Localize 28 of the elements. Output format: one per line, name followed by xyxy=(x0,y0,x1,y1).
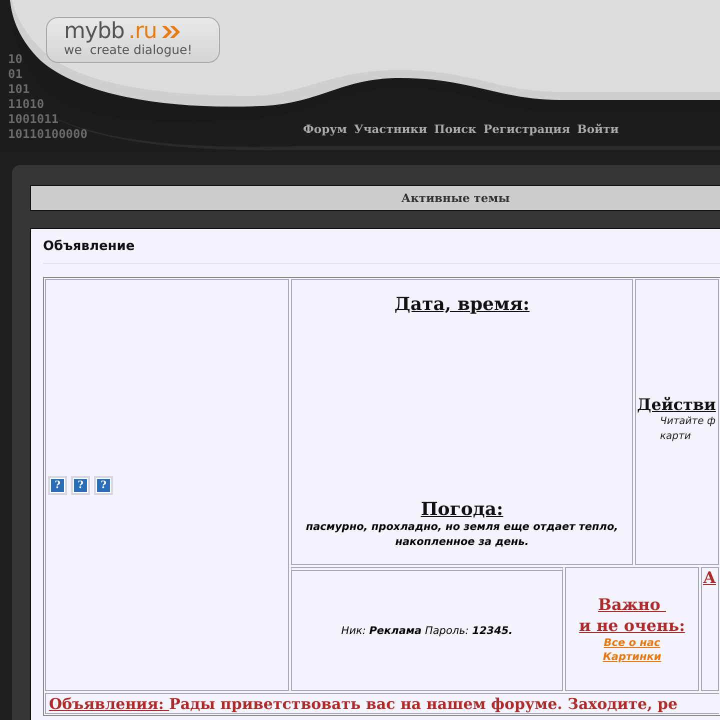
important-heading: Важно xyxy=(598,594,662,616)
actions-heading: Действи xyxy=(637,395,716,414)
binary-text: 10 xyxy=(8,52,24,67)
nav-link[interactable]: Поиск xyxy=(434,122,476,136)
binary-text: 11010 xyxy=(8,97,46,112)
cut-heading: А xyxy=(703,568,716,588)
actions-text: карти xyxy=(660,430,691,444)
nav-link[interactable]: Войти xyxy=(577,122,619,136)
binary-text: 10110100000 xyxy=(8,127,88,142)
nav-link[interactable]: Форум xyxy=(303,122,347,136)
binary-text: 1001011 xyxy=(8,112,60,127)
help-button[interactable]: ? xyxy=(71,476,90,494)
weather-text: пасмурно, прохладно, но земля еще отдает тепло, накопленное за день. xyxy=(304,520,620,550)
nav-link[interactable]: Участники xyxy=(354,122,428,136)
binary-text: 01 xyxy=(8,67,24,82)
actions-text: Читайте ф xyxy=(660,415,716,429)
binary-text: 101 xyxy=(8,82,31,97)
weather-heading: Погода: xyxy=(420,499,504,520)
datetime-heading: Дата, время: xyxy=(394,294,530,315)
nav-link[interactable]: Регистрация xyxy=(483,122,570,136)
help-button[interactable]: ? xyxy=(94,476,113,494)
notice-text: Объявления: Рады приветствовать вас на нашем форуме. Заходите, ре xyxy=(45,693,719,714)
section-header-bar: Активные темы xyxy=(30,185,720,211)
block-title: Объявление xyxy=(43,229,135,264)
login-info-text: Ник: Реклама Пароль: 12345. xyxy=(341,624,513,637)
help-button[interactable]: ? xyxy=(48,476,67,494)
logo[interactable]: mybb .ru we create dialogue! xyxy=(46,17,220,63)
important-heading: и не очень: xyxy=(579,615,685,636)
